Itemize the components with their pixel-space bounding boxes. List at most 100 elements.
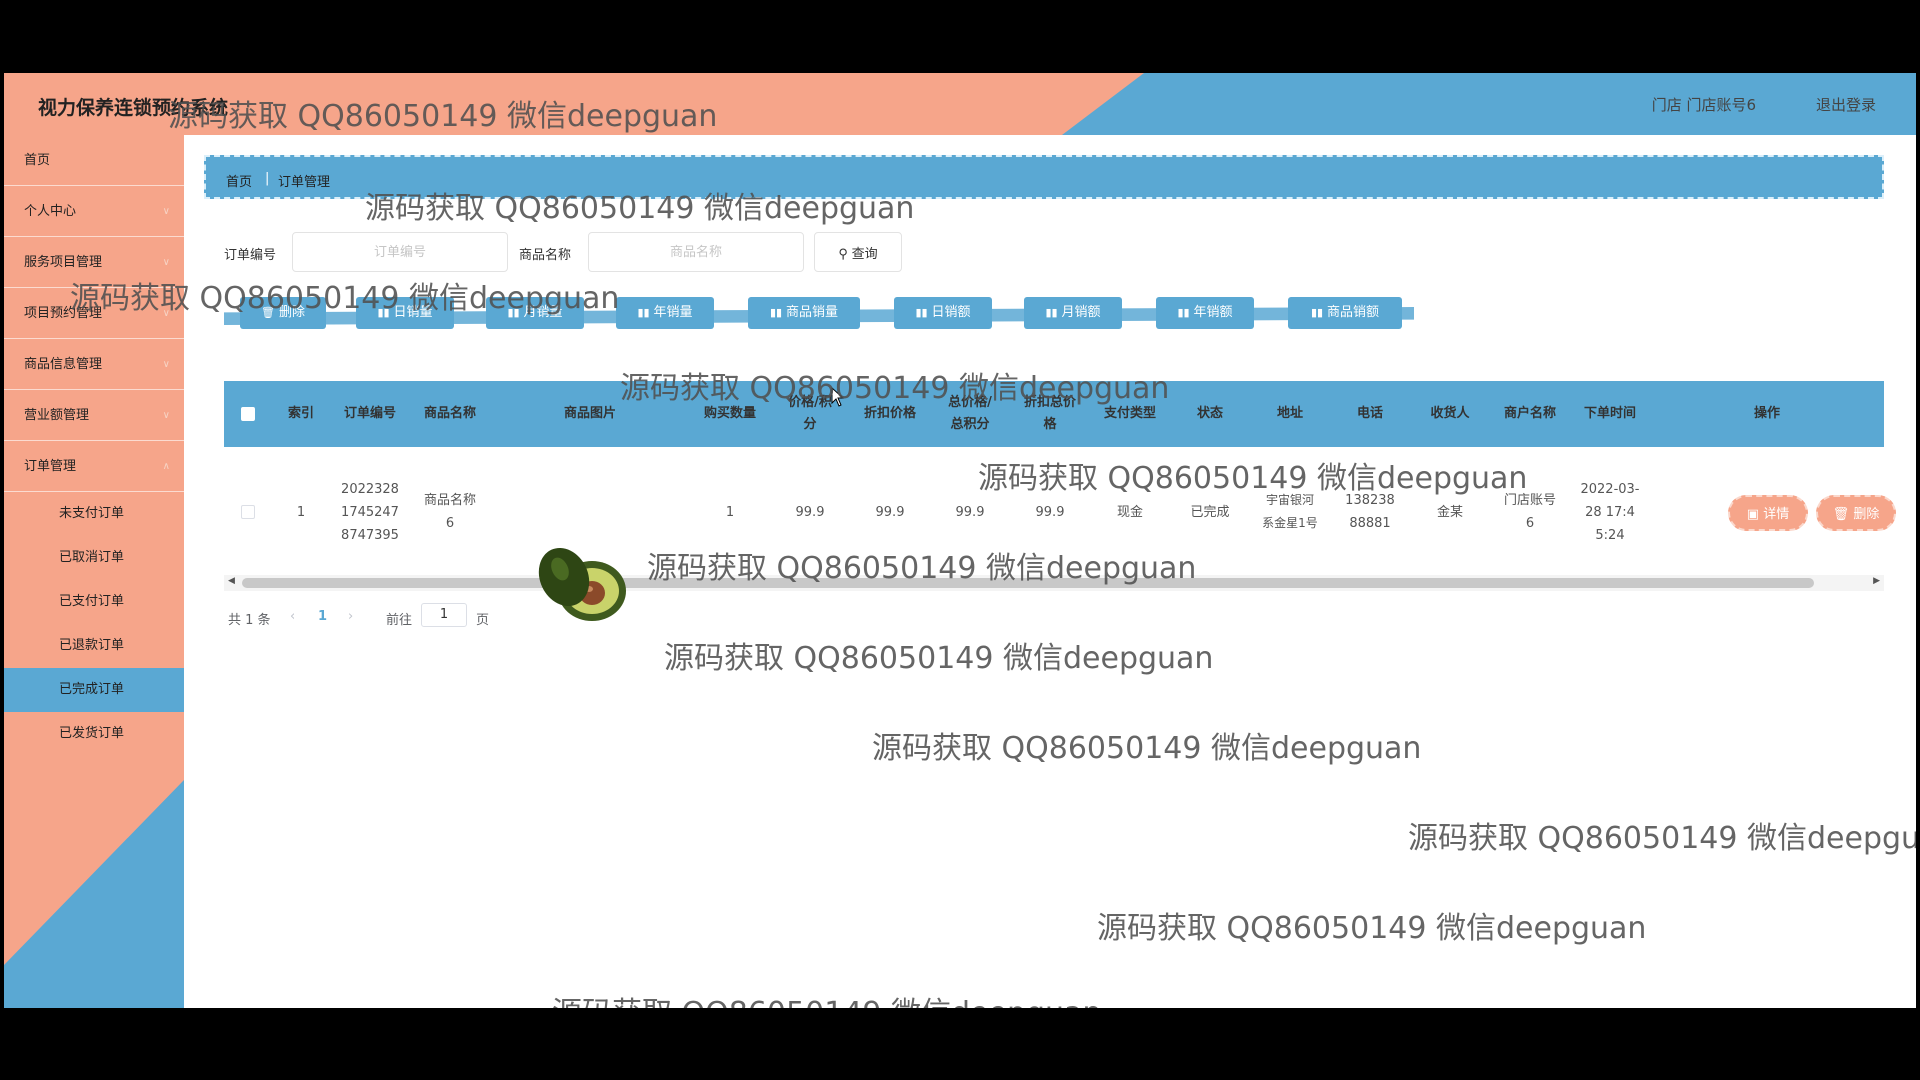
page-number-current[interactable]: 1: [318, 609, 327, 624]
sidebar-item-label: 首页: [24, 153, 51, 168]
sidebar-subitem-cancelled[interactable]: 已取消订单: [4, 536, 184, 580]
sidebar-item-label: 项目预约管理: [24, 306, 103, 321]
chevron-up-icon: ∧: [162, 461, 170, 472]
document-icon: ▣: [1746, 507, 1764, 522]
bar-chart-icon: ▮▮: [507, 306, 520, 319]
cell-order-time: 2022-03-28 17:45:24: [1580, 481, 1640, 543]
table-row: 1 20223281745247 8747395 商品名称6 1 99.9 99…: [224, 447, 1896, 577]
col-actions: 操作: [1753, 406, 1780, 421]
col-product-image: 商品图片: [563, 406, 616, 421]
bar-chart-icon: ▮▮: [915, 306, 928, 319]
sidebar-item-label: 商品信息管理: [24, 357, 103, 372]
daily-volume-button[interactable]: ▮▮ 日销量: [356, 297, 454, 329]
cell-quantity: 1: [725, 504, 735, 520]
select-all-checkbox[interactable]: [241, 407, 255, 421]
col-discount-total: 折扣总价格: [1023, 395, 1076, 432]
sidebar-item-products[interactable]: 商品信息管理 ∨: [4, 339, 184, 390]
bar-chart-icon: ▮▮: [1177, 306, 1190, 319]
yearly-volume-label: 年销量: [653, 305, 693, 320]
cell-total-price-points: 99.9: [955, 504, 985, 520]
chevron-down-icon: ∨: [162, 257, 170, 268]
query-button[interactable]: ⚲ 查询: [814, 232, 902, 272]
cell-merchant: 门店账号6: [1503, 493, 1556, 531]
prev-page-icon[interactable]: ‹: [290, 609, 295, 624]
product-volume-label: 商品销量: [786, 305, 839, 320]
cell-discount-price: 99.9: [875, 504, 905, 520]
sidebar-item-appointments[interactable]: 项目预约管理 ∨: [4, 288, 184, 339]
col-discount-price: 折扣价格: [863, 406, 916, 421]
row-delete-button[interactable]: 🗑 删除: [1816, 495, 1896, 531]
delete-button[interactable]: 🗑 删除: [240, 297, 326, 329]
sidebar-item-services[interactable]: 服务项目管理 ∨: [4, 237, 184, 288]
chevron-down-icon: ∨: [162, 410, 170, 421]
sidebar-item-label: 订单管理: [24, 459, 77, 474]
chevron-down-icon: ∨: [162, 206, 170, 217]
sidebar-item-revenue[interactable]: 营业额管理 ∨: [4, 390, 184, 441]
sidebar-item-home[interactable]: 首页: [4, 135, 184, 186]
logout-link[interactable]: 退出登录: [1816, 94, 1876, 115]
sidebar-menu: 首页 个人中心 ∨ 服务项目管理 ∨ 项目预约管理 ∨ 商品信息管理 ∨ 营业额…: [4, 135, 184, 756]
cell-price-points: 99.9: [795, 504, 825, 520]
horizontal-scrollbar[interactable]: ◀ ▶: [224, 575, 1884, 591]
breadcrumb-separator: |: [265, 171, 270, 186]
sidebar-subitem-shipped[interactable]: 已发货订单: [4, 712, 184, 756]
yearly-volume-button[interactable]: ▮▮ 年销量: [616, 297, 714, 329]
goto-page-input[interactable]: 1: [421, 603, 467, 627]
detail-button[interactable]: ▣ 详情: [1728, 495, 1808, 531]
cell-product-name: 商品名称6: [423, 493, 476, 531]
cell-receiver: 金某: [1436, 504, 1463, 520]
cell-pay-type: 现金: [1116, 504, 1143, 520]
cell-discount-total: 99.9: [1035, 504, 1065, 520]
chevron-down-icon: ∨: [162, 308, 170, 319]
row-select-cell[interactable]: [224, 447, 272, 577]
header-peach-band: [4, 73, 1144, 135]
cell-order-no: 20223281745247 8747395: [341, 481, 399, 543]
order-no-input[interactable]: [292, 232, 508, 272]
col-phone: 电话: [1356, 406, 1383, 421]
scroll-left-icon[interactable]: ◀: [228, 576, 235, 586]
col-status: 状态: [1196, 406, 1223, 421]
top-header: 视力保养连锁预约系统 门店 门店账号6 退出登录: [4, 73, 1916, 135]
monthly-amount-label: 月销额: [1061, 305, 1101, 320]
daily-amount-button[interactable]: ▮▮ 日销额: [894, 297, 992, 329]
cell-index: 1: [296, 504, 306, 520]
monthly-volume-button[interactable]: ▮▮ 月销量: [486, 297, 584, 329]
cell-address: 宇宙银河系金星1号: [1262, 493, 1318, 530]
trash-icon: 🗑: [261, 306, 275, 319]
scrollbar-thumb[interactable]: [242, 578, 1814, 588]
sidebar-item-profile[interactable]: 个人中心 ∨: [4, 186, 184, 237]
daily-amount-label: 日销额: [931, 305, 971, 320]
col-merchant: 商户名称: [1503, 406, 1556, 421]
bar-chart-icon: ▮▮: [1310, 306, 1324, 319]
monthly-amount-button[interactable]: ▮▮ 月销额: [1024, 297, 1122, 329]
sidebar-subitem-refunded[interactable]: 已退款订单: [4, 624, 184, 668]
orders-table: 索引 订单编号 商品名称 商品图片 购买数量 价格/积分 折扣价格 总价格/总积…: [224, 381, 1896, 591]
yearly-amount-button[interactable]: ▮▮ 年销额: [1156, 297, 1254, 329]
select-all-cell[interactable]: [224, 381, 272, 447]
product-name-input[interactable]: [588, 232, 804, 272]
scroll-right-icon[interactable]: ▶: [1873, 576, 1880, 586]
bar-chart-icon: ▮▮: [377, 306, 390, 319]
bar-chart-icon: ▮▮: [637, 306, 650, 319]
monthly-volume-label: 月销量: [523, 305, 563, 320]
next-page-icon[interactable]: ›: [348, 609, 353, 624]
sidebar-item-label: 个人中心: [24, 204, 77, 219]
product-image: [538, 547, 626, 621]
col-order-no: 订单编号: [343, 406, 396, 421]
trash-icon: 🗑: [1832, 507, 1854, 522]
row-checkbox[interactable]: [241, 505, 255, 519]
product-amount-label: 商品销额: [1327, 305, 1380, 320]
cell-actions: ▣ 详情 🗑 删除: [1650, 447, 1896, 577]
mouse-cursor-icon: [831, 387, 844, 407]
product-volume-button[interactable]: ▮▮ 商品销量: [748, 297, 860, 329]
product-amount-button[interactable]: ▮▮ 商品销额: [1288, 297, 1402, 329]
sidebar-item-orders[interactable]: 订单管理 ∧: [4, 441, 184, 492]
action-toolbar: 🗑 删除 ▮▮ 日销量 ▮▮ 月销量 ▮▮ 年销量 ▮▮ 商品销量 ▮▮ 日销额 ▮▮ 月销额…: [224, 297, 1414, 331]
sidebar-subitem-completed[interactable]: 已完成订单: [4, 668, 184, 712]
sidebar-subitem-unpaid[interactable]: 未支付订单: [4, 492, 184, 536]
breadcrumb-home[interactable]: 首页: [226, 171, 252, 190]
sidebar-subitem-paid[interactable]: 已支付订单: [4, 580, 184, 624]
col-product-name: 商品名称: [423, 406, 476, 421]
col-receiver: 收货人: [1430, 406, 1470, 421]
sidebar-item-label: 服务项目管理: [24, 255, 103, 270]
